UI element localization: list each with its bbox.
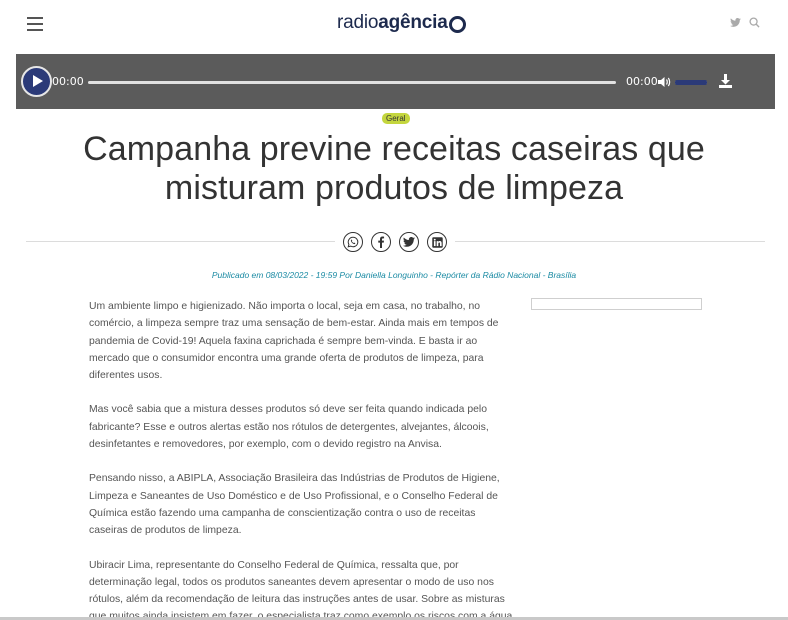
divider xyxy=(455,241,765,242)
article-paragraph: Um ambiente limpo e higienizado. Não imp… xyxy=(89,301,499,382)
current-time: 00:00 xyxy=(52,75,84,88)
progress-bar[interactable] xyxy=(88,81,616,84)
article-paragraph: Pensando nisso, a ABIPLA, Associação Bra… xyxy=(89,473,500,537)
twitter-share-icon[interactable] xyxy=(399,232,419,252)
hamburger-icon[interactable] xyxy=(27,17,43,31)
volume-fill[interactable] xyxy=(675,80,707,85)
logo-text-bold: agência xyxy=(378,12,448,33)
whatsapp-icon[interactable] xyxy=(343,232,363,252)
site-logo[interactable]: radio agência xyxy=(337,12,466,34)
audio-player: 00:00 00:00 xyxy=(16,54,775,109)
share-buttons xyxy=(343,232,447,252)
divider xyxy=(26,241,335,242)
article-paragraph: Ubiracir Lima, representante do Conselho… xyxy=(89,559,513,620)
byline: Publicado em 08/03/2022 - 19:59 Por Dani… xyxy=(211,270,577,280)
header-icons xyxy=(730,17,760,28)
twitter-icon[interactable] xyxy=(730,18,741,27)
download-icon[interactable] xyxy=(719,74,732,93)
category-tag[interactable]: Geral xyxy=(382,113,410,124)
play-icon[interactable] xyxy=(21,66,52,97)
linkedin-icon[interactable] xyxy=(427,232,447,252)
article-paragraph: Mas você sabia que a mistura desses prod… xyxy=(89,404,489,451)
article-title: Campanha previne receitas caseiras que m… xyxy=(83,130,705,207)
volume-icon[interactable] xyxy=(658,75,671,93)
site-header: radio agência xyxy=(0,0,788,50)
search-icon[interactable] xyxy=(749,17,760,28)
facebook-icon[interactable] xyxy=(371,232,391,252)
duration-time: 00:00 xyxy=(626,75,658,88)
logo-text-light: radio xyxy=(337,12,379,33)
article-body: Um ambiente limpo e higienizado. Não imp… xyxy=(89,298,515,620)
sidebar-ad-box xyxy=(531,298,702,310)
logo-ring-icon xyxy=(448,15,466,33)
